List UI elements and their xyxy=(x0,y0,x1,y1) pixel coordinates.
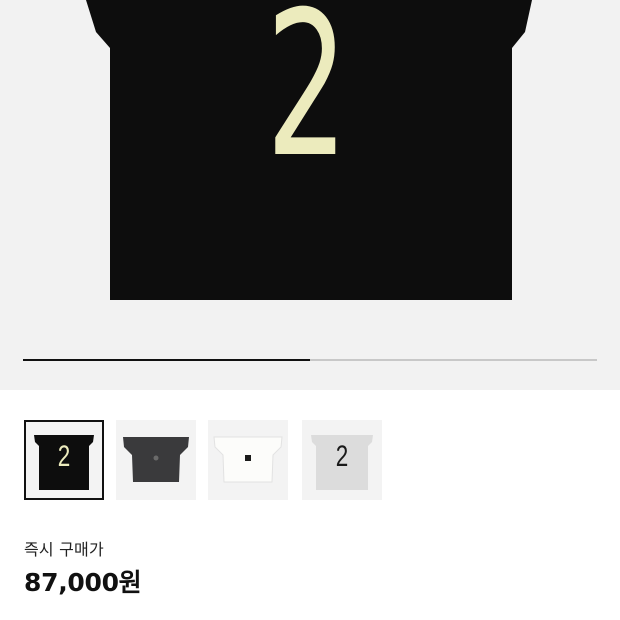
instant-buy-price: 87,000원 xyxy=(24,568,142,597)
carousel-progress-fill xyxy=(23,359,310,361)
thumbnail-1[interactable]: 2 xyxy=(24,420,104,500)
hero-jersey-number: 2 xyxy=(265,0,349,202)
thumbnail-3[interactable] xyxy=(208,420,288,500)
instant-buy-price-label: 즉시 구매가 xyxy=(24,540,104,559)
white-tshirt-icon xyxy=(213,436,283,483)
thumbnail-number: 2 xyxy=(57,440,71,473)
carousel-progress-track xyxy=(23,359,597,361)
product-detail-page: 2 2 2 즉시 구매가 87,000원 xyxy=(0,0,620,620)
charcoal-tshirt-back-icon xyxy=(123,437,189,482)
thumbnail-4[interactable]: 2 xyxy=(302,420,382,500)
thumbnail-2[interactable] xyxy=(116,420,196,500)
thumbnail-number: 2 xyxy=(335,440,349,473)
product-image-carousel[interactable]: 2 xyxy=(0,0,620,390)
